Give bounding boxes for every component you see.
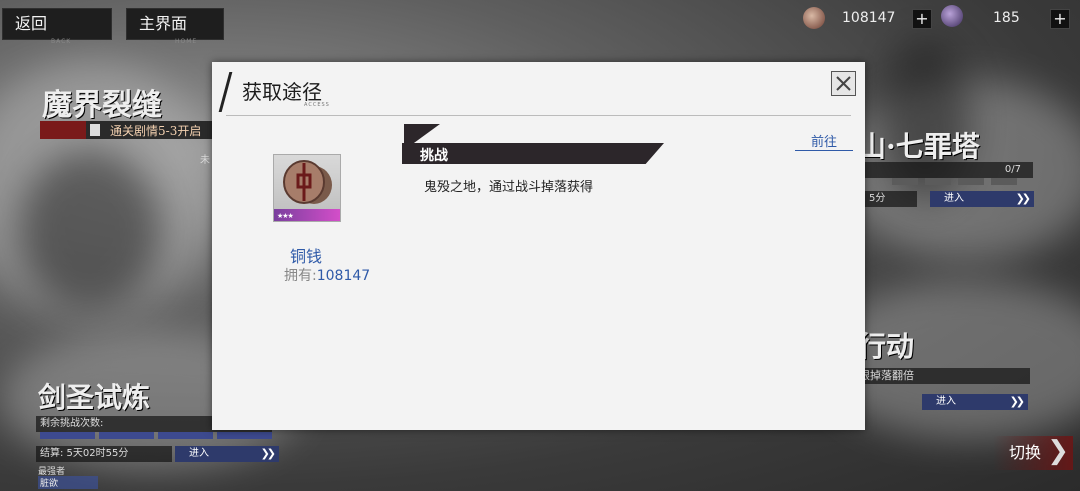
item-name: 铜钱	[290, 247, 323, 266]
item-owned: 拥有:108147	[284, 265, 370, 285]
route-header: 挑战	[402, 124, 664, 164]
trial-settle-time: 结算: 5天02时55分	[36, 446, 172, 462]
switch-label: 切换	[1009, 443, 1042, 462]
lock-icon	[90, 124, 100, 136]
event-enter-label: 进入	[936, 396, 956, 407]
event-desc: 限掉落翻倍	[855, 368, 1030, 384]
home-button-sublabel: HOME	[175, 38, 198, 45]
trial-strongest-name: 脏欲	[38, 476, 98, 489]
owned-value: 108147	[316, 268, 371, 284]
close-icon	[836, 76, 851, 91]
back-button[interactable]: 返回 BACK	[2, 8, 112, 45]
route-label: 挑战	[420, 148, 448, 164]
rarity-stars: ★★★	[277, 212, 294, 220]
switch-button[interactable]: 切换 ❯	[993, 436, 1073, 470]
event-enter-button[interactable]: 进入 ❯❯	[922, 394, 1028, 410]
trial-enter-button[interactable]: 进入 ❯❯	[175, 446, 279, 462]
double-chevron-icon: ❯❯	[1009, 395, 1026, 408]
gem-icon	[941, 5, 963, 27]
dialog-title-sub: ACCESS	[304, 102, 330, 108]
back-button-sublabel: BACK	[51, 38, 72, 45]
tower-progress-bar	[991, 178, 1017, 185]
add-gems-button[interactable]: +	[1050, 9, 1070, 29]
back-button-label: 返回	[15, 14, 48, 33]
item-icon-frame: ★★★	[273, 154, 341, 222]
close-button[interactable]	[831, 71, 856, 96]
trial-enter-label: 进入	[189, 448, 209, 459]
trial-attempt-bar	[158, 432, 213, 439]
tower-progress-bar	[892, 178, 918, 185]
trial-title: 剑圣试炼	[38, 381, 151, 414]
route-header-accent	[404, 124, 440, 145]
owned-label: 拥有:	[284, 268, 317, 284]
rift-unlock-text: 通关剧情5-3开启	[110, 124, 202, 138]
tower-time: 5分	[865, 191, 917, 207]
copper-coin-icon	[803, 7, 825, 29]
tower-progress-bar	[925, 178, 951, 185]
rift-status: 未	[200, 155, 210, 166]
trial-attempt-bar	[99, 432, 154, 439]
access-dialog: 获取途径 ACCESS ★★★ 铜钱 拥有:108147 挑战 鬼殁之地，通过战…	[212, 62, 865, 430]
goto-link[interactable]: 前往	[795, 131, 854, 151]
add-coins-button[interactable]: +	[912, 9, 932, 29]
tower-progress: 0/7	[865, 162, 1033, 178]
dialog-title: 获取途径	[242, 80, 322, 104]
trial-attempt-bar	[40, 432, 95, 439]
tower-progress-bar	[958, 178, 984, 185]
copper-coin-icon	[283, 160, 332, 204]
double-chevron-icon: ❯❯	[1015, 192, 1032, 205]
home-button[interactable]: 主界面 HOME	[126, 8, 224, 45]
double-chevron-icon: ❯❯	[260, 447, 277, 460]
gem-count: 185	[993, 10, 1020, 26]
event-title: 行动	[858, 330, 915, 363]
background-ink-shadow	[20, 150, 160, 310]
chevron-right-icon: ❯	[1047, 436, 1069, 466]
tower-title: 山·七罪塔	[858, 130, 980, 163]
title-divider	[226, 115, 851, 116]
trial-attempt-bar	[217, 432, 272, 439]
tower-enter-button[interactable]: 进入 ❯❯	[930, 191, 1034, 207]
rift-unlock-strip: 通关剧情5-3开启	[40, 121, 212, 139]
coin-count: 108147	[842, 10, 896, 26]
tower-enter-label: 进入	[944, 193, 964, 204]
rift-title: 魔界裂缝	[42, 88, 162, 123]
route-description: 鬼殁之地，通过战斗掉落获得	[424, 180, 594, 195]
